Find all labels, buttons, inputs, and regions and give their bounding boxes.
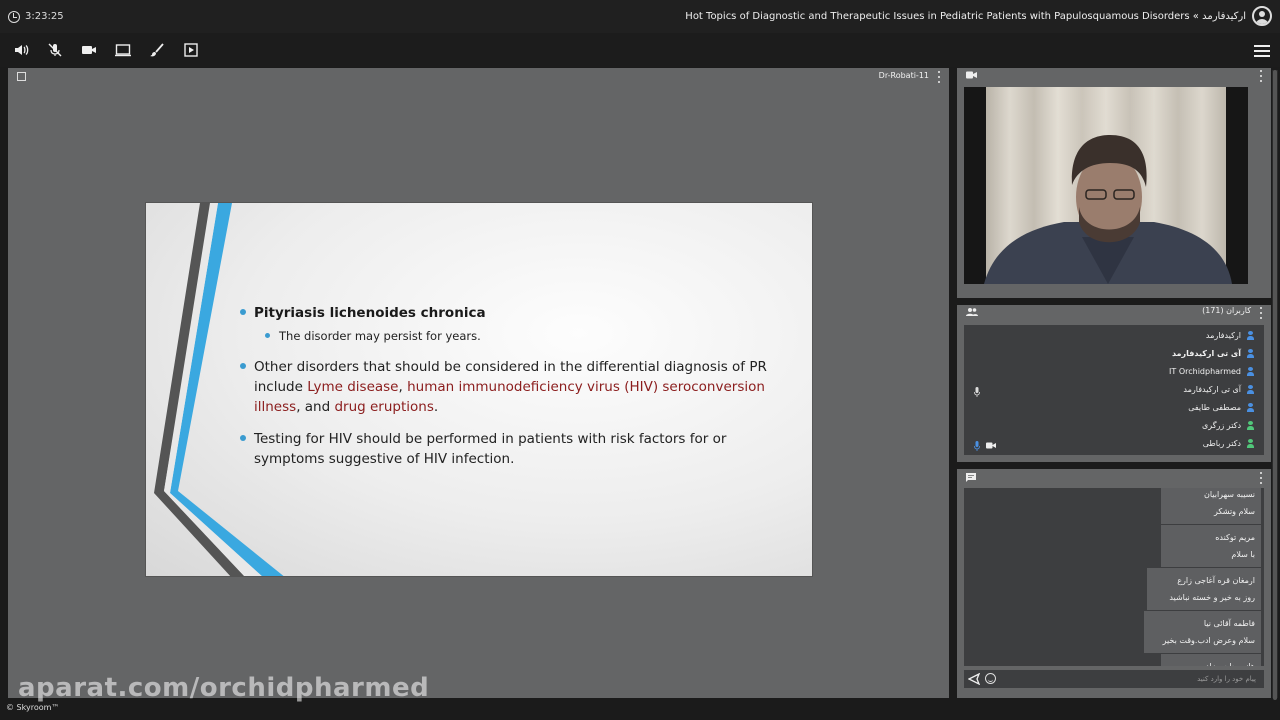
message-sender: هانیه حاجی زاده — [1167, 658, 1255, 666]
user-row[interactable]: مصطفی طایفی — [1188, 398, 1254, 416]
presentation-button[interactable] — [174, 33, 208, 67]
toolbar — [0, 33, 1280, 67]
hamburger-menu-icon[interactable] — [1254, 42, 1270, 58]
send-icon[interactable] — [968, 673, 980, 685]
video-panel — [957, 68, 1271, 298]
user-name: آی تی ارکیدفارمد — [1183, 384, 1241, 394]
scrollbar-thumb[interactable] — [1273, 70, 1277, 700]
slide-highlight: Lyme disease — [307, 379, 399, 395]
speaker-button[interactable] — [4, 33, 38, 67]
slide-bullet: Other disorders that should be considere… — [238, 357, 768, 417]
chat-message-input[interactable] — [1016, 672, 1256, 686]
user-icon — [1247, 366, 1254, 376]
user-row[interactable]: آی تی ارکیدفارمد — [1172, 344, 1254, 362]
message-text: با سلام — [1231, 550, 1255, 559]
slide-content: Pityriasis lichenoides chronica The diso… — [238, 303, 768, 477]
user-icon — [1247, 330, 1254, 340]
camera-button[interactable] — [72, 33, 106, 67]
brush-icon — [150, 43, 164, 57]
video-panel-header — [957, 68, 1271, 82]
slide-highlight: drug eruptions — [334, 399, 434, 415]
user-row[interactable]: دکتر رباطی — [1203, 434, 1254, 452]
clock-icon — [8, 10, 20, 23]
microphone-icon — [974, 441, 980, 451]
message-sender: ارمغان قره آغاجی زارع — [1177, 576, 1255, 585]
whiteboard-button[interactable] — [140, 33, 174, 67]
user-row[interactable]: دکتر زرگری — [1202, 416, 1254, 434]
timer-text: 3:23:25 — [25, 11, 64, 22]
microphone-icon — [974, 387, 980, 397]
message-sender: فاطمه آقائی نیا — [1203, 619, 1255, 628]
slide-bullet: Pityriasis lichenoides chronica — [238, 303, 768, 323]
webcam-video — [964, 87, 1248, 284]
screen-share-icon — [115, 44, 131, 57]
top-bar: 3:23:25 Hot Topics of Diagnostic and The… — [0, 0, 1280, 33]
message-text: سلام وتشکر — [1213, 507, 1255, 516]
chat-messages: نسیبه سهرابیان سلام وتشکر مریم توکنده با… — [964, 488, 1264, 666]
slide-text: , and — [296, 399, 335, 415]
message-sender: مریم توکنده — [1215, 533, 1255, 542]
users-panel: کاربران (171) ارکیدفارمد آی تی ارکیدفارم… — [957, 305, 1271, 462]
chat-panel-header — [957, 469, 1271, 484]
presentation-panel: Dr-Robati-11 Pityriasis lichenoides chro… — [8, 68, 949, 698]
video-options-icon[interactable] — [1259, 70, 1263, 82]
message-text: سلام وعرض ادب.وقت بخیر — [1162, 636, 1255, 645]
user-name: دکتر زرگری — [1202, 420, 1241, 430]
user-name: IT Orchidpharmed — [1169, 366, 1241, 376]
chat-panel: نسیبه سهرابیان سلام وتشکر مریم توکنده با… — [957, 469, 1271, 698]
user-row[interactable]: آی تی ارکیدفارمد — [1183, 380, 1254, 398]
slide-sub-bullet: The disorder may persist for years. — [238, 327, 768, 345]
message-sender: نسیبه سهرابیان — [1203, 490, 1255, 499]
slide: Pityriasis lichenoides chronica The diso… — [145, 202, 813, 577]
camera-icon — [986, 442, 996, 449]
chat-message: مریم توکنده با سلام — [1161, 525, 1261, 567]
slide-text: . — [433, 399, 439, 415]
user-icon — [1247, 348, 1254, 358]
slide-text: , — [398, 379, 408, 395]
chat-message: هانیه حاجی زاده — [1161, 654, 1261, 666]
presentation-icon — [184, 43, 198, 57]
chat-message: ارمغان قره آغاجی زارع روز به خیر و خسته … — [1147, 568, 1261, 610]
message-text: روز به خیر و خسته نباشید — [1169, 593, 1255, 602]
user-name: ارکیدفارمد — [1205, 330, 1241, 340]
fullscreen-icon[interactable] — [17, 72, 26, 81]
session-timer: 3:23:25 — [8, 10, 64, 23]
speaker-icon — [15, 45, 29, 55]
camera-icon — [966, 71, 977, 79]
user-row[interactable]: IT Orchidpharmed — [1169, 362, 1254, 380]
account-icon[interactable] — [1252, 6, 1272, 26]
users-options-icon[interactable] — [1259, 307, 1263, 319]
slide-bullet: Testing for HIV should be performed in p… — [238, 429, 768, 469]
presentation-options-icon[interactable] — [937, 71, 941, 83]
user-name: دکتر رباطی — [1202, 438, 1241, 448]
chat-input-bar — [964, 670, 1264, 688]
user-name: مصطفی طایفی — [1188, 402, 1241, 412]
user-icon — [1247, 402, 1254, 412]
user-icon — [1247, 420, 1254, 430]
room-title: Hot Topics of Diagnostic and Therapeutic… — [685, 11, 1246, 22]
presenter-video-image — [964, 87, 1248, 284]
users-panel-header: کاربران (171) — [957, 305, 1271, 319]
chat-message: نسیبه سهرابیان سلام وتشکر — [1161, 488, 1261, 524]
users-list: ارکیدفارمد آی تی ارکیدفارمد IT Orchidpha… — [964, 325, 1264, 455]
screen-share-button[interactable] — [106, 33, 140, 67]
camera-icon — [82, 46, 96, 54]
chat-icon — [966, 473, 976, 482]
user-row[interactable]: ارکیدفارمد — [1206, 326, 1254, 344]
user-icon — [1247, 438, 1254, 448]
chat-options-icon[interactable] — [1259, 472, 1263, 484]
user-name: آی تی ارکیدفارمد — [1171, 348, 1241, 358]
emoji-icon[interactable] — [985, 673, 996, 684]
chat-message: فاطمه آقائی نیا سلام وعرض ادب.وقت بخیر — [1144, 611, 1261, 653]
mic-muted-icon — [48, 43, 62, 57]
users-count-title: کاربران (171) — [1202, 306, 1251, 315]
footer-brand: © Skyroom™ — [6, 703, 60, 712]
presenter-name: Dr-Robati-11 — [878, 71, 929, 80]
watermark: aparat.com/orchidpharmed — [18, 673, 430, 703]
page-scrollbar[interactable] — [1272, 70, 1278, 700]
presentation-header: Dr-Robati-11 — [8, 68, 949, 84]
users-icon — [966, 308, 978, 316]
user-icon — [1247, 384, 1254, 394]
microphone-button[interactable] — [38, 33, 72, 67]
